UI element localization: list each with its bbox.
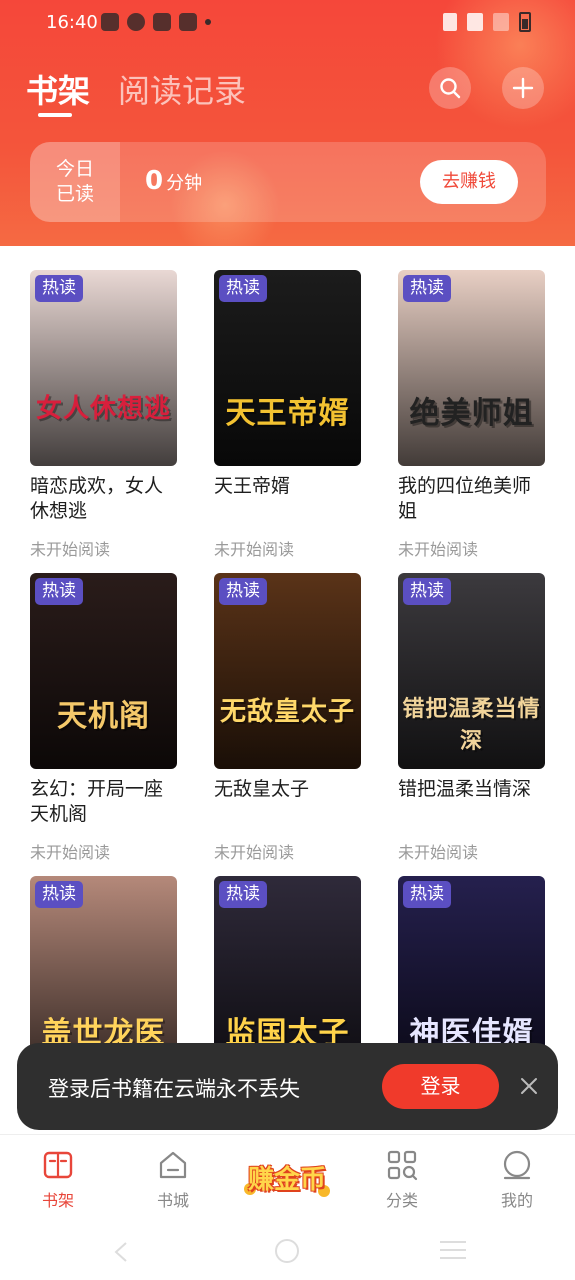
category-icon [387,1150,418,1181]
reading-status: 未开始阅读 [214,540,295,559]
add-button[interactable] [502,67,544,109]
close-icon[interactable] [517,1074,541,1098]
nav-category-label: 分类 [385,1191,418,1210]
profile-icon [503,1150,531,1180]
book-title: 无敌皇太子 [214,778,310,800]
hot-badge: 热读 [403,275,451,302]
home-button[interactable] [275,1239,299,1263]
hot-badge: 热读 [403,578,451,605]
book-card[interactable]: 热读天机阁玄幻：开局一座天机阁未开始阅读 [30,573,177,863]
earn-money-button[interactable]: 去赚钱 [420,160,518,204]
recent-apps-icon[interactable] [440,1241,466,1265]
book-card[interactable]: 热读 错把温柔当情深 错把温柔当情深 未开始阅读 [398,573,545,863]
plus-icon [512,77,534,99]
nav-profile-label: 我的 [500,1191,533,1210]
hot-badge: 热读 [35,578,83,605]
today-reading-card: 今日 已读 0 分钟 去赚钱 [30,142,546,222]
minutes-unit: 分钟 [166,173,203,194]
notification-icon [101,13,119,31]
nav-bookshelf[interactable]: 书架 [18,1149,98,1211]
reading-status: 未开始阅读 [398,843,479,862]
minutes-count: 0 [145,166,164,196]
cover-title-art: 错把温柔当情深 [402,697,541,754]
book-cover[interactable]: 热读 无敌皇太子 [214,573,361,769]
book-cover[interactable]: 热读天机阁 [30,573,177,769]
nav-bookshelf-label: 书架 [41,1191,74,1210]
today-label-line1: 今日 [55,158,94,180]
more-notifications-dot [205,19,211,25]
book-cover[interactable]: 热读天王帝婿 [214,270,361,466]
book-card[interactable]: 热读 天王帝婿 天王帝婿 未开始阅读 [214,270,361,560]
notification-icon [179,13,197,31]
system-indicators [443,12,531,32]
login-prompt-message: 登录后书籍在云端永不丢失 [48,1077,300,1101]
book-title: 错把温柔当情深 [398,778,532,800]
book-title: 天王帝婿 [214,475,291,497]
cover-title-art: 天机阁 [57,699,150,734]
earn-coins-icon: 赚金币 [247,1165,326,1195]
today-read-value: 0 分钟 [145,166,202,196]
bookshelf-icon [43,1151,73,1179]
reading-status: 未开始阅读 [214,843,295,862]
hot-badge: 热读 [219,881,267,908]
today-read-label: 今日 已读 [30,142,120,222]
cover-title-art: 女人休想逃 [35,394,171,424]
hot-badge: 热读 [403,881,451,908]
cover-title-art: 无敌皇太子 [219,697,355,727]
search-button[interactable] [429,67,471,109]
search-icon [440,78,461,99]
book-cover[interactable]: 热读 错把温柔当情深 [398,573,545,769]
login-button[interactable]: 登录 [382,1064,499,1109]
active-tab-indicator [38,113,72,117]
nav-bookstore-label: 书城 [156,1191,189,1210]
book-title: 暗恋成欢，女人休想逃 [30,475,164,522]
book-cover[interactable]: 热读 女人休想逃 [30,270,177,466]
tab-bookshelf[interactable]: 书架 [26,66,90,112]
notification-icon [127,13,145,31]
header-tabs: 书架 阅读记录 [26,66,246,112]
nav-profile[interactable]: 我的 [477,1149,557,1211]
wifi-icon [467,13,483,31]
back-icon[interactable] [112,1240,130,1264]
notification-icons [101,13,211,31]
book-card[interactable]: 热读绝美师姐我的四位绝美师姐未开始阅读 [398,270,545,560]
signal-icon [493,13,509,31]
reading-status: 未开始阅读 [30,843,111,862]
book-cover[interactable]: 热读绝美师姐 [398,270,545,466]
notification-icon [153,13,171,31]
header: 16:40 书架 阅读记录 今日 已读 0 分钟 去赚钱 [0,0,575,246]
hot-badge: 热读 [35,881,83,908]
nav-earn-coins[interactable]: 赚金币 [242,1155,332,1205]
reading-status: 未开始阅读 [398,540,479,559]
cover-title-art: 天王帝婿 [225,396,350,431]
home-icon [159,1151,187,1179]
today-label-line2: 已读 [55,183,94,205]
login-prompt-banner: 登录后书籍在云端永不丢失 登录 [17,1043,558,1130]
nav-bookstore[interactable]: 书城 [133,1149,213,1211]
status-bar: 16:40 [0,0,575,48]
hot-badge: 热读 [219,578,267,605]
bottom-navigation: 书架 书城 赚金币 分类 我的 [0,1134,575,1224]
hot-badge: 热读 [219,275,267,302]
hot-badge: 热读 [35,275,83,302]
book-card[interactable]: 热读女人休想逃暗恋成欢，女人休想逃未开始阅读 [30,270,177,560]
battery-icon [519,12,531,32]
status-time: 16:40 [46,12,98,33]
reading-status: 未开始阅读 [30,540,111,559]
book-card[interactable]: 热读 无敌皇太子 无敌皇太子 未开始阅读 [214,573,361,863]
tab-reading-history[interactable]: 阅读记录 [118,66,246,112]
vibrate-icon [443,13,457,31]
book-title: 玄幻：开局一座天机阁 [30,778,164,825]
nav-category[interactable]: 分类 [362,1149,442,1211]
cover-title-art: 绝美师姐 [409,396,534,431]
book-title: 我的四位绝美师姐 [398,475,532,522]
system-navigation-bar [0,1224,575,1280]
